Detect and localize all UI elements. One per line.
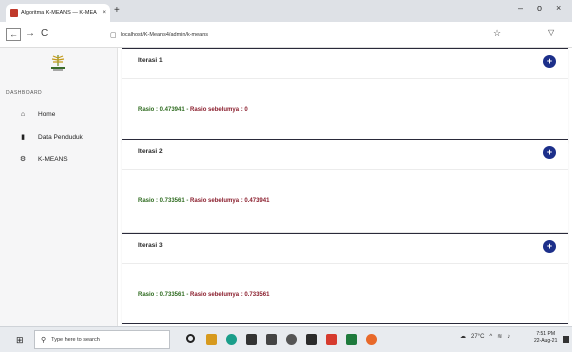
clock-date: 22-Aug-21 <box>534 338 558 344</box>
windows-start-icon[interactable]: ⊞ <box>16 335 24 346</box>
file-explorer-icon[interactable] <box>206 334 217 345</box>
home-icon: ⌂ <box>20 110 26 118</box>
app-icon[interactable] <box>286 334 297 345</box>
sidebar-item-label: Data Penduduk <box>38 133 83 141</box>
network-icon[interactable]: ≋ <box>497 333 502 340</box>
file-icon: ▮ <box>21 134 25 141</box>
weather-text[interactable]: 27°C <box>471 334 484 340</box>
firefox-icon[interactable] <box>366 334 377 345</box>
excel-icon[interactable] <box>346 334 357 345</box>
app-icon[interactable] <box>306 334 317 345</box>
tab-close-icon[interactable]: × <box>102 10 106 16</box>
browser-toolbar: ← → C ▢ localhost/K-Means4/admin/k-means… <box>0 22 572 48</box>
expand-button[interactable]: + <box>543 55 556 68</box>
sidebar-section-label: DASHBOARD <box>6 90 43 96</box>
ratio-text: Rasio : 0.473941 - Rasio sebelumya : 0 <box>138 107 248 113</box>
bookmark-star-icon[interactable]: ☆ <box>493 28 501 39</box>
minimize-button[interactable]: – <box>518 3 523 13</box>
app-icon[interactable] <box>326 334 337 345</box>
main-content: Iterasi 1 + Rasio : 0.473941 - Rasio seb… <box>118 48 572 327</box>
forward-button[interactable]: → <box>25 28 35 39</box>
app-logo[interactable] <box>47 54 69 72</box>
sidebar: DASHBOARD ⌂ Home ▮ Data Penduduk ⚙ K-MEA… <box>0 48 118 326</box>
reload-button[interactable]: C <box>41 28 48 39</box>
new-tab-button[interactable]: + <box>114 5 120 16</box>
tab-title: Algoritma K-MEANS — K-MEA <box>21 10 97 16</box>
card-body: Rasio : 0.733561 - Rasio sebelumya : 0.7… <box>122 264 568 326</box>
browser-tab[interactable]: Algoritma K-MEANS — K-MEA × <box>6 4 110 22</box>
notification-icon[interactable] <box>563 336 569 343</box>
volume-icon[interactable]: ♪ <box>507 334 510 340</box>
sidebar-item-label: Home <box>38 110 56 118</box>
sidebar-item-data-penduduk[interactable]: ▮ Data Penduduk <box>0 129 118 145</box>
clock[interactable]: 7:51 PM 22-Aug-21 <box>534 331 557 345</box>
system-tray: ☁ 27°C ^ ≋ ♪ <box>460 333 510 341</box>
ratio-text: Rasio : 0.733561 - Rasio sebelumya : 0.4… <box>138 198 270 204</box>
iteration-card: Iterasi 1 + Rasio : 0.473941 - Rasio seb… <box>122 48 568 142</box>
address-bar[interactable]: ▢ localhost/K-Means4/admin/k-means <box>110 27 530 43</box>
clock-time: 7:51 PM <box>536 331 555 337</box>
card-body: Rasio : 0.473941 - Rasio sebelumya : 0 <box>122 79 568 141</box>
page-info-icon[interactable]: ▢ <box>110 31 117 39</box>
sidebar-item-k-means[interactable]: ⚙ K-MEANS <box>0 151 118 167</box>
expand-button[interactable]: + <box>543 240 556 253</box>
card-header: Iterasi 3 + <box>122 234 568 264</box>
sidebar-item-home[interactable]: ⌂ Home <box>0 106 118 122</box>
card-title: Iterasi 1 <box>138 57 163 64</box>
pocket-icon[interactable]: ▽ <box>548 28 554 37</box>
expand-button[interactable]: + <box>543 146 556 159</box>
card-title: Iterasi 2 <box>138 148 163 155</box>
taskbar-search[interactable]: ⚲ Type here to search <box>34 330 170 349</box>
card-title: Iterasi 3 <box>138 242 163 249</box>
close-window-button[interactable]: × <box>556 3 561 13</box>
iteration-card: Iterasi 3 + Rasio : 0.733561 - Rasio seb… <box>122 233 568 327</box>
search-placeholder: Type here to search <box>51 336 100 343</box>
card-header: Iterasi 1 + <box>122 49 568 79</box>
cortana-icon[interactable] <box>186 334 195 343</box>
ratio-text: Rasio : 0.733561 - Rasio sebelumya : 0.7… <box>138 292 270 298</box>
sidebar-item-label: K-MEANS <box>38 155 68 163</box>
card-header: Iterasi 2 + <box>122 140 568 170</box>
edge-icon[interactable] <box>226 334 237 345</box>
favicon-icon <box>10 9 18 17</box>
mail-icon[interactable] <box>266 334 277 345</box>
back-button[interactable]: ← <box>6 28 21 41</box>
store-icon[interactable] <box>246 334 257 345</box>
weather-icon[interactable]: ☁ <box>460 333 466 340</box>
maximize-button[interactable]: o <box>537 3 542 13</box>
url-text[interactable]: localhost/K-Means4/admin/k-means <box>121 32 208 38</box>
chevron-up-icon[interactable]: ^ <box>489 334 492 340</box>
iteration-card: Iterasi 2 + Rasio : 0.733561 - Rasio seb… <box>122 139 568 233</box>
browser-tab-strip: Algoritma K-MEANS — K-MEA × + – o × <box>0 0 572 22</box>
cogs-icon: ⚙ <box>19 156 27 163</box>
search-icon: ⚲ <box>41 336 47 344</box>
taskbar: ⊞ ⚲ Type here to search ☁ 27°C ^ ≋ ♪ 7:5… <box>0 326 572 352</box>
card-body: Rasio : 0.733561 - Rasio sebelumya : 0.4… <box>122 170 568 232</box>
